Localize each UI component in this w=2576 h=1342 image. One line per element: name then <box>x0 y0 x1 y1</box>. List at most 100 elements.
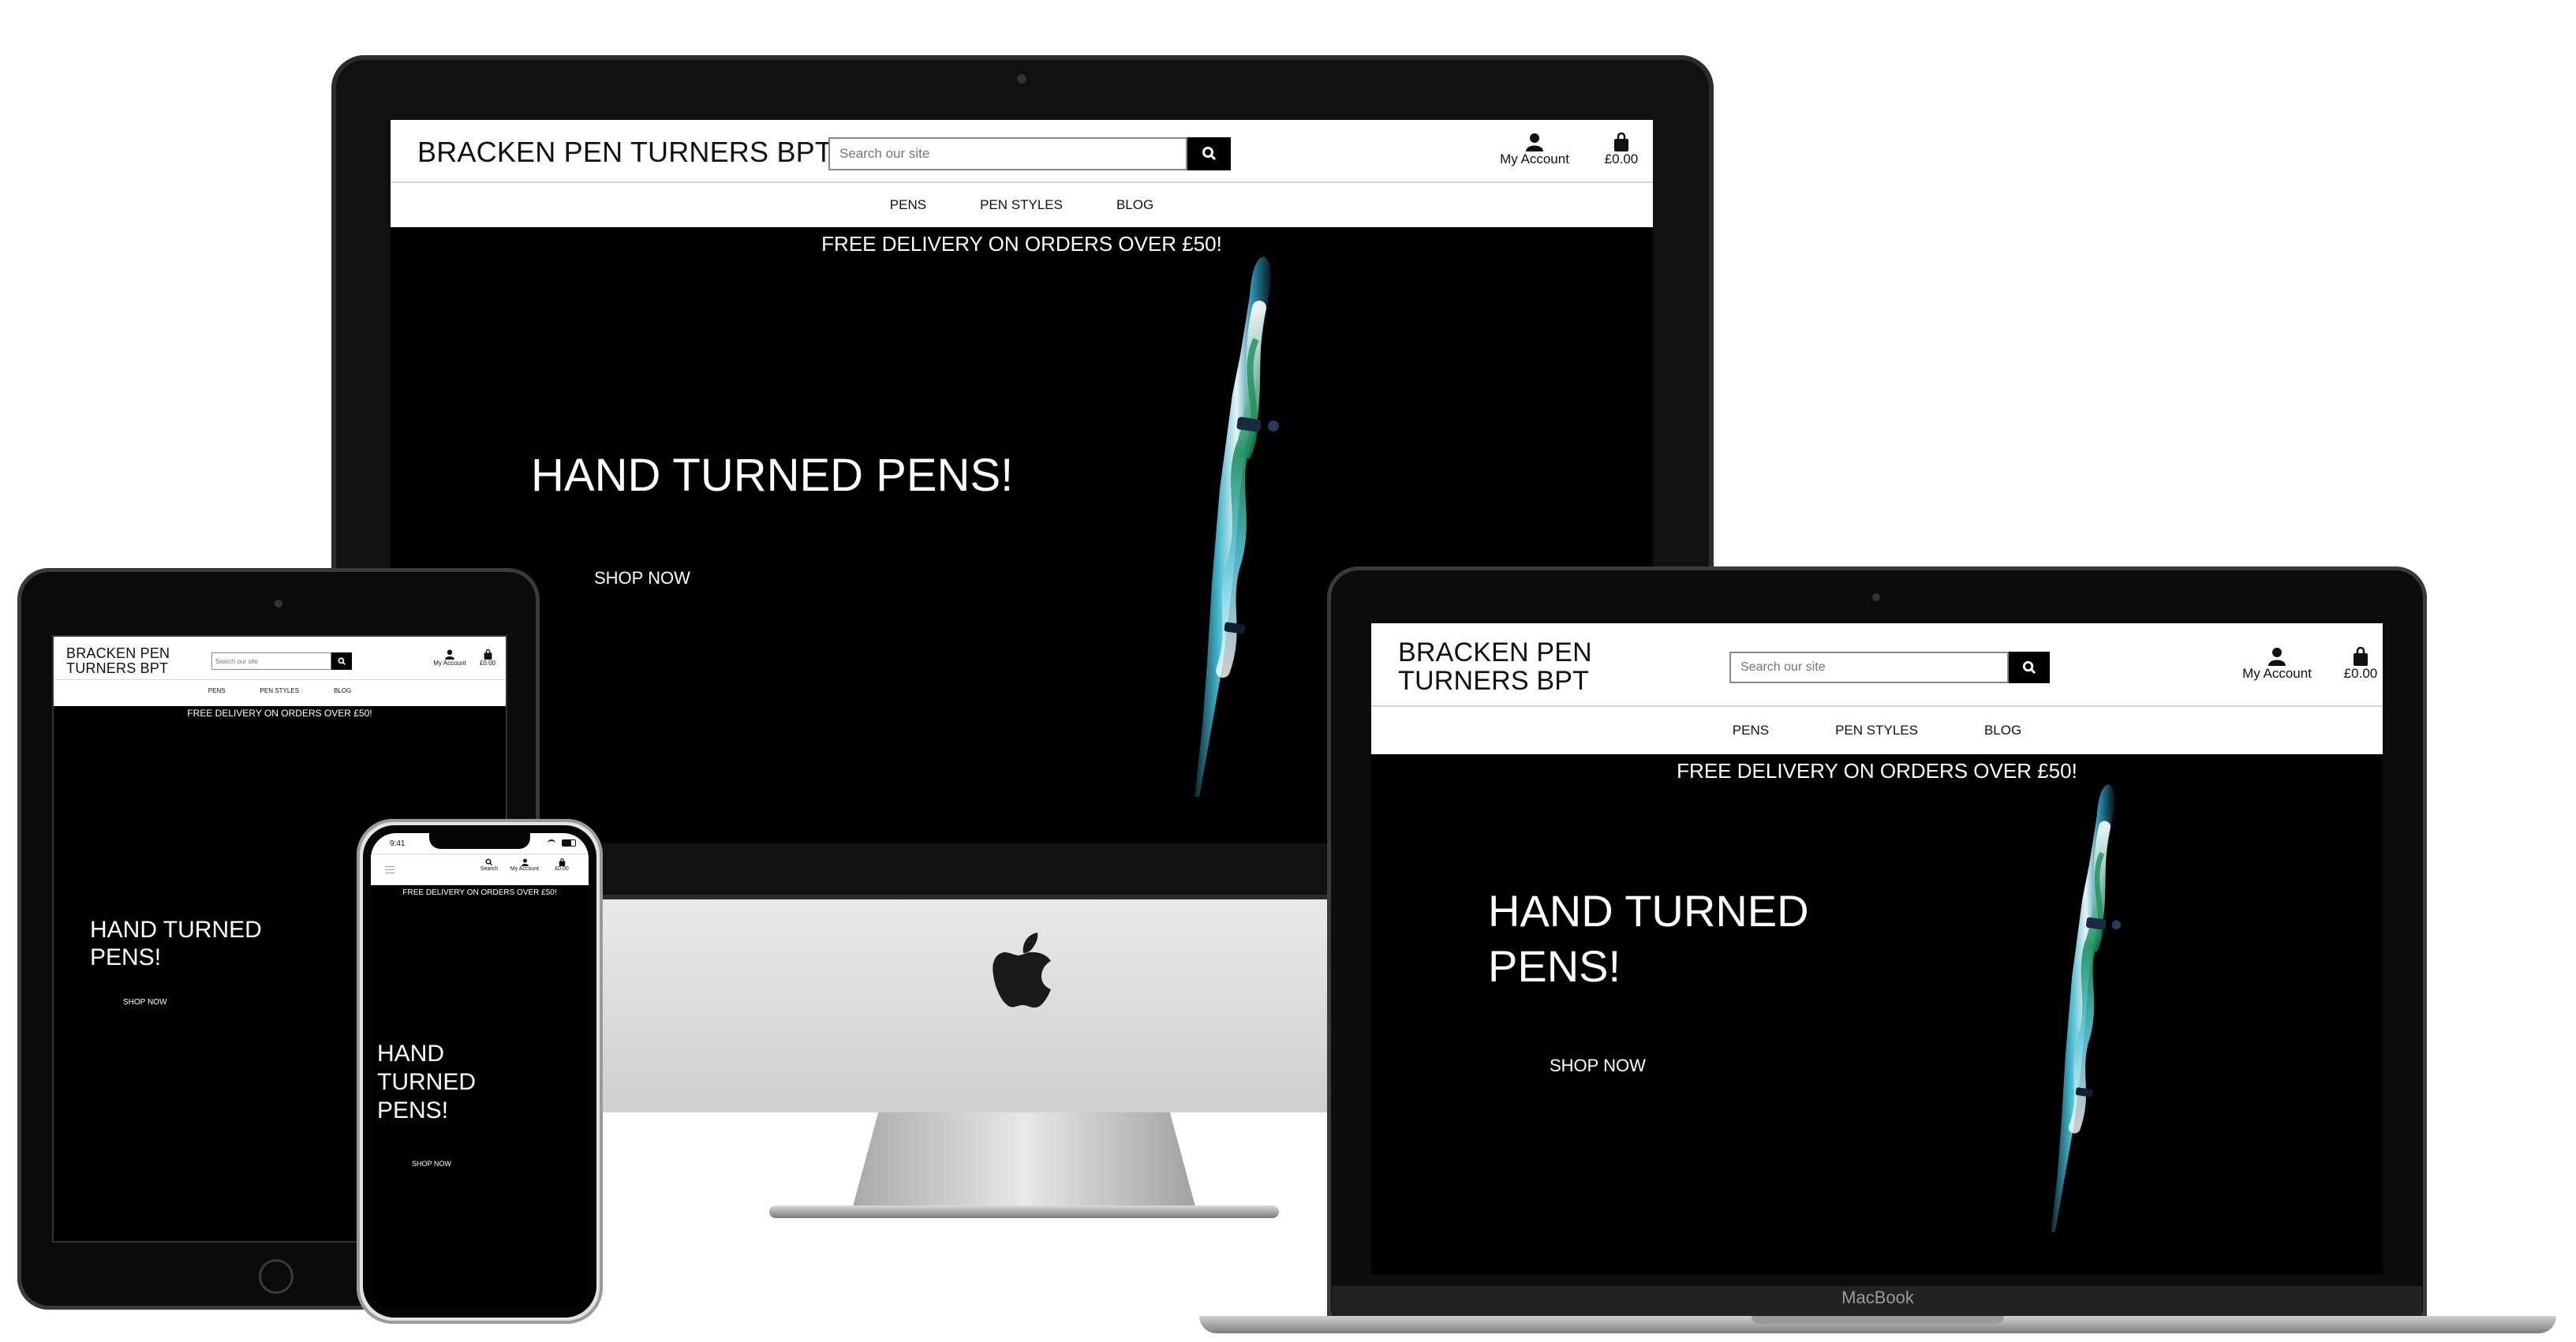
shopping-bag-icon <box>2354 647 2368 666</box>
my-account-link[interactable]: My Account <box>2238 647 2316 682</box>
shopping-bag-link[interactable]: £0.00 <box>473 649 502 667</box>
search-label: Search <box>480 866 499 872</box>
logo-line2: TURNERS <box>66 660 136 676</box>
shopping-bag-link[interactable]: £0.00 <box>548 858 576 872</box>
search-input[interactable] <box>1731 653 2007 682</box>
my-account-link[interactable]: My Account <box>505 858 544 872</box>
nav-blog[interactable]: BLOG <box>1984 723 2021 738</box>
ipad-camera <box>275 600 282 607</box>
my-account-label: My Account <box>433 660 466 667</box>
my-account-link[interactable]: My Account <box>1495 133 1574 167</box>
logo-line1: BRACKEN PEN <box>1398 637 1592 667</box>
wifi-icon <box>548 839 555 847</box>
shopping-bag-link[interactable]: £0.00 <box>1598 133 1645 167</box>
my-account-label: My Account <box>2242 666 2312 681</box>
nav-blog[interactable]: BLOG <box>334 687 351 694</box>
shopping-bag-icon <box>1614 133 1628 151</box>
my-account-label: My Account <box>1500 151 1569 166</box>
main-nav: PENS PEN STYLES BLOG <box>1371 723 2383 738</box>
search-icon <box>485 858 493 866</box>
my-account-link[interactable]: My Account <box>426 649 473 667</box>
macbook-device: MacBook BRACKEN PEN TURNERS BPT My Accou… <box>1199 566 2556 1340</box>
battery-icon <box>562 839 576 847</box>
shop-now-button[interactable]: SHOP NOW <box>123 998 166 1007</box>
bag-total: £0.00 <box>1604 151 1639 166</box>
logo-short: BPT <box>776 136 833 168</box>
my-account-label: My Account <box>510 866 540 872</box>
shopping-bag-link[interactable]: £0.00 <box>2337 647 2383 682</box>
logo-short: BPT <box>1536 665 1590 696</box>
nav-pen-styles[interactable]: PEN STYLES <box>1835 723 1918 738</box>
site-logo[interactable]: BRACKEN PEN TURNERS BPT <box>417 137 832 167</box>
shopping-bag-icon <box>559 858 565 866</box>
hero-line-1: HAND TURNED <box>90 917 262 943</box>
site-header: BRACKEN PEN TURNERS BPT My Account £0.00… <box>54 637 506 706</box>
hero-line-2: PENS! <box>1488 941 1621 991</box>
hero-title: HAND TURNED PENS! <box>531 450 1014 501</box>
shop-now-button[interactable]: SHOP NOW <box>412 1160 451 1168</box>
delivery-banner: FREE DELIVERY ON ORDERS OVER £50! <box>821 232 1222 256</box>
nav-pens[interactable]: PENS <box>890 197 926 213</box>
logo-short: BPT <box>140 660 169 676</box>
site-header: BRACKEN PEN TURNERS BPT My Account £0.00… <box>1371 623 2383 754</box>
site-logo[interactable]: BRACKEN PEN TURNERS BPT <box>66 646 170 676</box>
bag-total: £0.00 <box>479 660 496 667</box>
user-icon <box>2268 648 2286 666</box>
logo-main: BRACKEN PEN TURNERS <box>417 136 769 168</box>
hero-line-2: PENS! <box>90 944 162 970</box>
bag-total: £0.00 <box>555 866 569 872</box>
search-icon <box>2022 660 2036 674</box>
shopping-bag-icon <box>484 649 492 660</box>
pen-image <box>2034 781 2141 1239</box>
search-input[interactable] <box>212 653 331 670</box>
hero-line-1: HAND <box>377 1041 445 1067</box>
apple-logo-icon <box>993 933 1051 1008</box>
search-button[interactable] <box>1187 137 1231 170</box>
logo-line1: BRACKEN PEN <box>66 645 170 661</box>
delivery-banner: FREE DELIVERY ON ORDERS OVER £50! <box>187 708 372 719</box>
ipad-home-button <box>259 1259 293 1294</box>
user-icon <box>445 649 454 660</box>
delivery-banner: FREE DELIVERY ON ORDERS OVER £50! <box>402 888 557 897</box>
user-icon <box>1526 133 1543 151</box>
hero-line-2: TURNED <box>377 1069 476 1095</box>
menu-icon[interactable] <box>385 866 394 873</box>
search-input-box[interactable] <box>1729 652 2009 683</box>
search-input-box[interactable] <box>211 652 331 670</box>
delivery-banner: FREE DELIVERY ON ORDERS OVER £50! <box>1677 759 2077 783</box>
logo-line2: TURNERS <box>1398 665 1529 696</box>
hero-title: HAND TURNED PENS! <box>90 917 262 971</box>
imac-stand <box>851 1112 1198 1215</box>
user-icon <box>521 858 529 866</box>
header-divider <box>391 181 1653 183</box>
status-time: 9:41 <box>390 839 406 848</box>
search-input-box[interactable] <box>828 137 1187 170</box>
search-input[interactable] <box>830 139 1186 169</box>
search-link[interactable]: Search <box>473 858 505 872</box>
main-nav: PENS PEN STYLES BLOG <box>391 197 1653 213</box>
nav-pen-styles[interactable]: PEN STYLES <box>260 687 299 694</box>
shop-now-button[interactable]: SHOP NOW <box>594 568 690 589</box>
search-icon <box>1202 147 1216 161</box>
macbook-brand: MacBook <box>1841 1288 1914 1307</box>
hero-title: HAND TURNED PENS! <box>377 1040 476 1125</box>
search-icon <box>338 657 346 665</box>
header-divider <box>54 679 506 680</box>
macbook-notch <box>1752 1316 2004 1324</box>
nav-pens[interactable]: PENS <box>208 687 226 694</box>
bag-total: £0.00 <box>2343 666 2378 681</box>
site-logo[interactable]: BRACKEN PEN TURNERS BPT <box>1398 637 1592 696</box>
nav-pen-styles[interactable]: PEN STYLES <box>980 197 1063 213</box>
search-button[interactable] <box>2009 652 2050 683</box>
shop-now-button[interactable]: SHOP NOW <box>1550 1056 1646 1076</box>
imac-camera <box>1017 74 1026 84</box>
hero-title: HAND TURNED PENS! <box>1488 884 1809 994</box>
header-divider <box>1371 705 2383 707</box>
search-button[interactable] <box>331 652 352 670</box>
nav-blog[interactable]: BLOG <box>1116 197 1153 213</box>
hero-line-1: HAND TURNED <box>1488 886 1809 936</box>
nav-pens[interactable]: PENS <box>1733 723 1769 738</box>
macbook-camera <box>1872 593 1880 601</box>
iphone-device: 9:41 Search My Account £0.00 FREE DELIVE… <box>357 819 603 1324</box>
iphone-notch <box>429 833 530 849</box>
